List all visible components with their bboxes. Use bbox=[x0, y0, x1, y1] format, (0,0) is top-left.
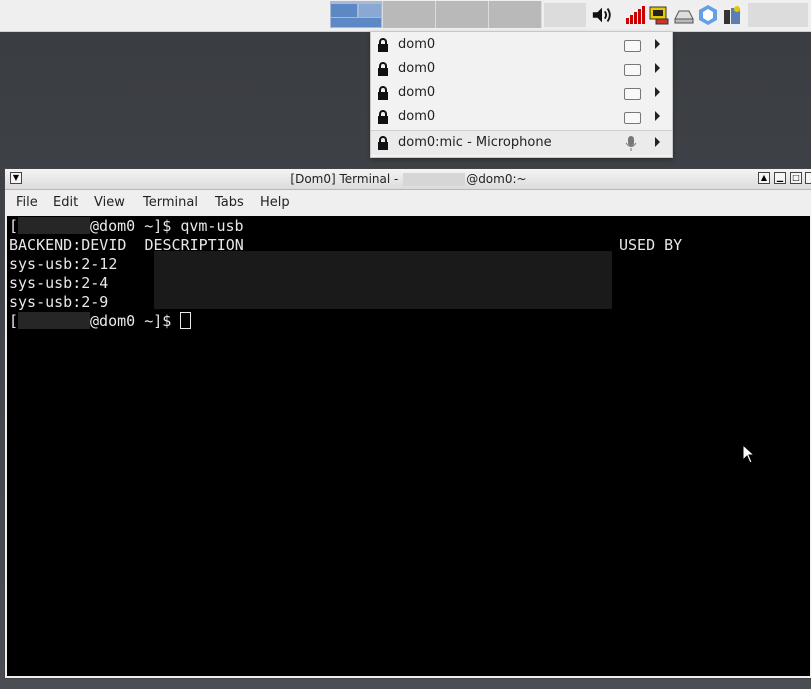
header-used-by: USED BY bbox=[619, 236, 683, 254]
terminal-menubar: File Edit View Terminal Tabs Help bbox=[5, 190, 811, 214]
close-button[interactable] bbox=[805, 172, 811, 184]
terminal-line-header: BACKEND:DEVID DESCRIPTION bbox=[9, 236, 244, 255]
tray-placeholder bbox=[544, 3, 586, 27]
device-item-2[interactable]: dom0 bbox=[371, 57, 672, 81]
menu-file[interactable]: File bbox=[16, 195, 38, 210]
header-backend-description: BACKEND:DEVID DESCRIPTION bbox=[9, 236, 244, 254]
redacted-descriptions bbox=[154, 251, 612, 309]
clock-placeholder bbox=[748, 3, 808, 27]
prompt-bracket: [ bbox=[9, 217, 19, 235]
lock-icon bbox=[378, 62, 388, 76]
devices-icon[interactable] bbox=[721, 4, 743, 26]
terminal-line-device: sys-usb:2-12 bbox=[9, 255, 118, 273]
workspace-3[interactable] bbox=[436, 1, 489, 28]
submenu-arrow-icon bbox=[655, 87, 660, 97]
prompt-text: @dom0 ~]$ bbox=[90, 312, 181, 330]
terminal-line-device: sys-usb:2-9 bbox=[9, 293, 109, 311]
window-titlebar[interactable]: ▼ [Dom0] Terminal - @dom0:~ ▲ ▁ □ bbox=[5, 169, 811, 190]
window-title: [Dom0] Terminal - @dom0:~ bbox=[5, 172, 811, 186]
terminal-output[interactable]: [ @dom0 ~]$ qvm-usb BACKEND:DEVID DESCRIP… bbox=[7, 216, 810, 676]
devices-menu: dom0 dom0 dom0 dom0 dom0:mic - Microphon… bbox=[370, 31, 673, 158]
redacted-username bbox=[18, 312, 91, 329]
submenu-arrow-icon bbox=[655, 39, 660, 49]
workspace-2[interactable] bbox=[383, 1, 436, 28]
drive-icon bbox=[624, 40, 641, 52]
redacted-username bbox=[403, 173, 466, 186]
device-item-microphone[interactable]: dom0:mic - Microphone bbox=[371, 131, 672, 155]
terminal-line-command: [ @dom0 ~]$ qvm-usb bbox=[9, 217, 244, 236]
device-label: dom0 bbox=[398, 85, 436, 100]
device-item-1[interactable]: dom0 bbox=[371, 33, 672, 57]
maximize-button[interactable]: □ bbox=[790, 172, 802, 184]
terminal-line-device: sys-usb:2-4 bbox=[9, 274, 109, 292]
disk-icon[interactable] bbox=[673, 4, 695, 26]
mouse-pointer-icon bbox=[742, 444, 756, 464]
menu-terminal[interactable]: Terminal bbox=[143, 195, 198, 210]
submenu-arrow-icon bbox=[655, 137, 660, 147]
top-panel bbox=[0, 0, 811, 32]
qubes-domains-icon[interactable] bbox=[648, 4, 670, 26]
volume-icon[interactable] bbox=[591, 4, 613, 26]
device-label: dom0 bbox=[398, 61, 436, 76]
microphone-icon bbox=[625, 136, 637, 151]
workspace-1[interactable] bbox=[330, 1, 383, 28]
device-item-4[interactable]: dom0 bbox=[371, 105, 672, 129]
drive-icon bbox=[624, 112, 641, 124]
menu-tabs[interactable]: Tabs bbox=[215, 195, 244, 210]
submenu-arrow-icon bbox=[655, 63, 660, 73]
shade-button[interactable]: ▲ bbox=[758, 172, 770, 184]
lock-icon bbox=[378, 136, 388, 150]
window-title-prefix: [Dom0] Terminal - bbox=[290, 172, 403, 186]
lock-icon bbox=[378, 110, 388, 124]
lock-icon bbox=[378, 86, 388, 100]
device-item-3[interactable]: dom0 bbox=[371, 81, 672, 105]
menu-help[interactable]: Help bbox=[260, 195, 290, 210]
workspace-4[interactable] bbox=[489, 1, 542, 28]
text-cursor bbox=[180, 312, 192, 329]
network-signal-icon[interactable] bbox=[624, 4, 646, 26]
redacted-username bbox=[18, 217, 91, 234]
terminal-line-prompt: [ @dom0 ~]$ bbox=[9, 312, 192, 331]
prompt-command: @dom0 ~]$ qvm-usb bbox=[90, 217, 244, 235]
device-label: dom0:mic - Microphone bbox=[398, 135, 552, 150]
submenu-arrow-icon bbox=[655, 111, 660, 121]
terminal-window: ▼ [Dom0] Terminal - @dom0:~ ▲ ▁ □ File E… bbox=[4, 168, 811, 679]
menu-edit[interactable]: Edit bbox=[53, 195, 78, 210]
workspace-window-thumb bbox=[331, 18, 381, 27]
qubes-updates-icon[interactable] bbox=[697, 4, 719, 26]
minimize-button[interactable]: ▁ bbox=[774, 172, 786, 184]
workspace-window-thumb bbox=[331, 4, 357, 17]
menu-view[interactable]: View bbox=[94, 195, 125, 210]
device-label: dom0 bbox=[398, 109, 436, 124]
drive-icon bbox=[624, 64, 641, 76]
workspace-window-thumb bbox=[359, 4, 381, 17]
window-title-suffix: @dom0:~ bbox=[466, 172, 527, 186]
device-label: dom0 bbox=[398, 37, 436, 52]
drive-icon bbox=[624, 88, 641, 100]
prompt-bracket: [ bbox=[9, 312, 19, 330]
lock-icon bbox=[378, 38, 388, 52]
